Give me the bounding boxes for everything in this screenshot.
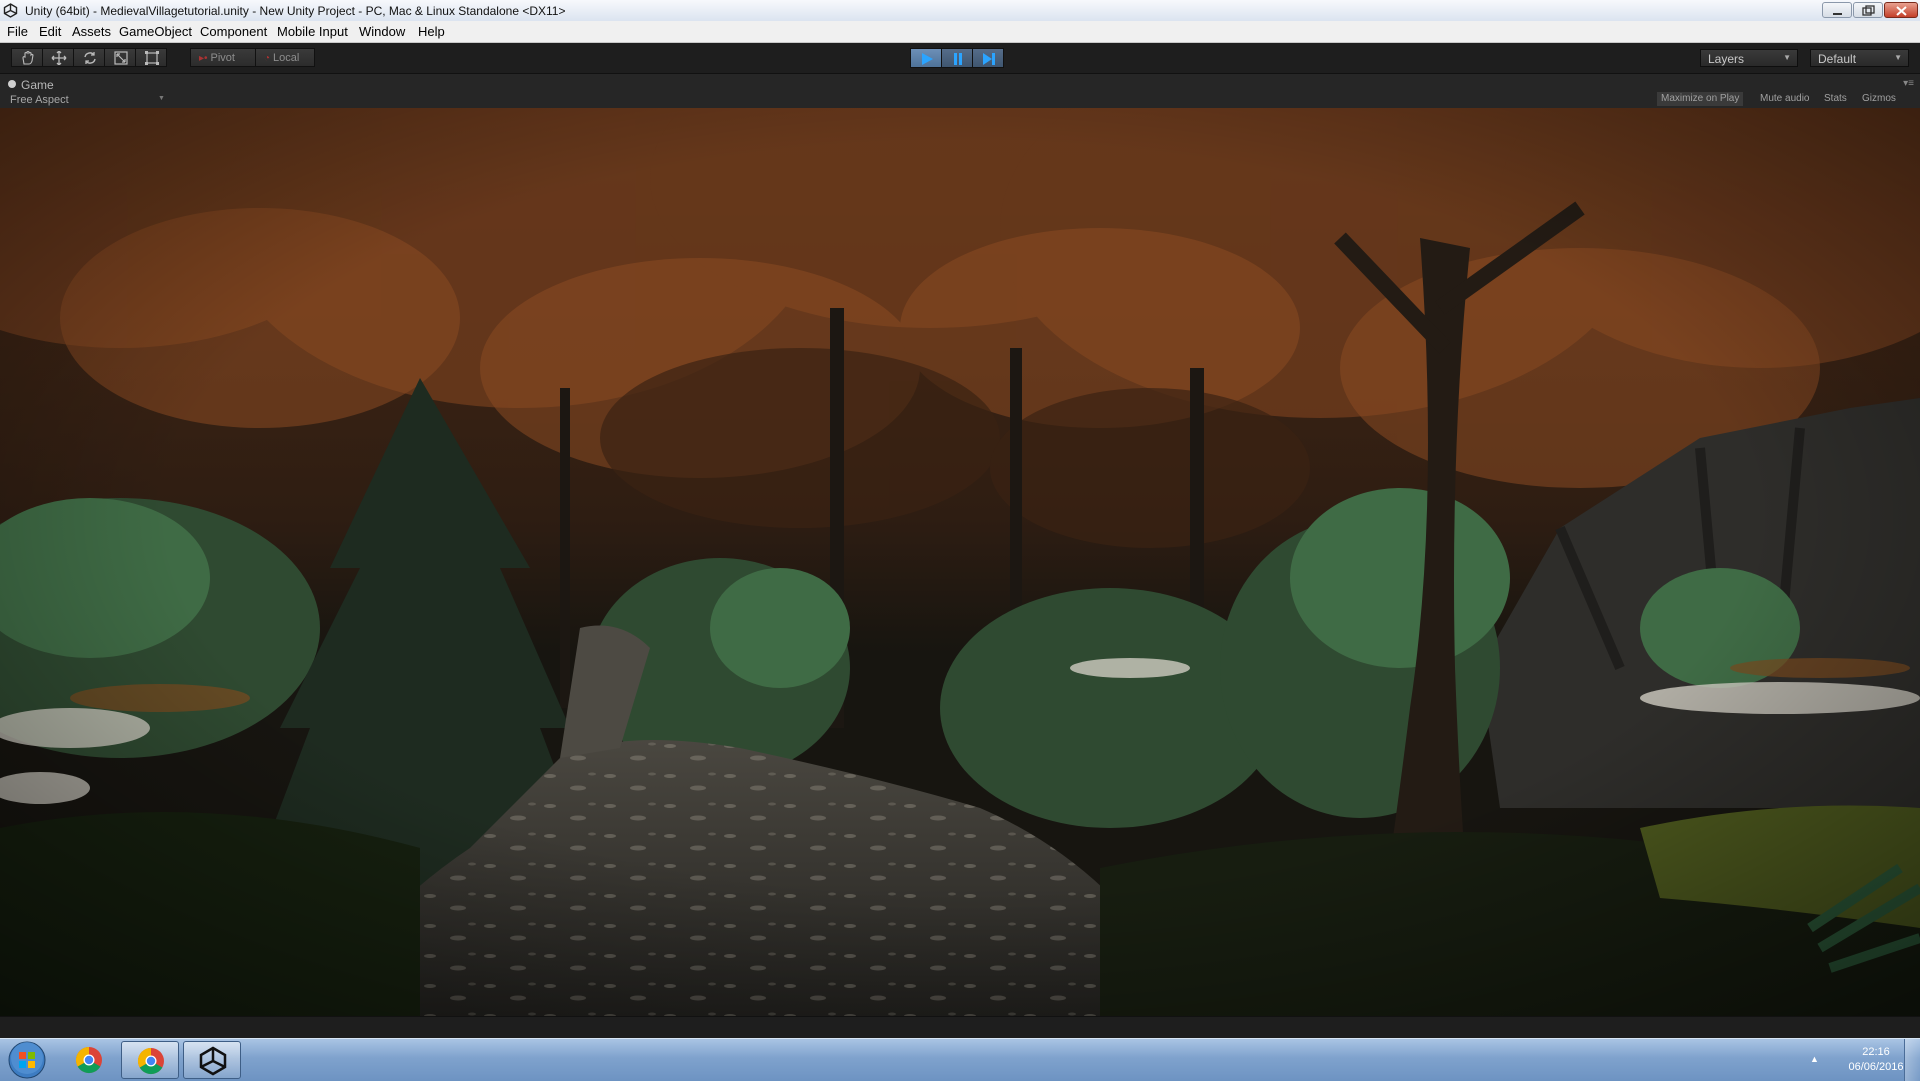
gizmos-dropdown[interactable]: Gizmos (1858, 92, 1900, 106)
toolbar: ▸• Pivot ◔ Local Layers ▼ Default ▼ (0, 43, 1920, 74)
windows-start-icon[interactable] (2, 1040, 52, 1080)
menu-assets[interactable]: Assets (72, 24, 111, 39)
rotate-tool-button[interactable] (73, 48, 105, 67)
game-icon (8, 80, 16, 88)
tab-menu-icon[interactable]: ▾≡ (1903, 78, 1914, 89)
pivot-icon: ▸• (199, 53, 208, 64)
step-button[interactable] (972, 48, 1004, 68)
local-icon: ◔ (264, 53, 271, 64)
move-tool-button[interactable] (42, 48, 74, 67)
move-icon (51, 51, 67, 65)
close-icon (1896, 6, 1907, 16)
menu-help[interactable]: Help (418, 24, 445, 39)
chrome-icon (137, 1047, 164, 1075)
chevron-down-icon: ▼ (158, 95, 165, 102)
chrome-icon (75, 1046, 102, 1074)
rotate-icon (84, 52, 96, 64)
local-label: Local (273, 52, 300, 64)
restore-button[interactable] (1853, 2, 1883, 18)
minimize-button[interactable] (1822, 2, 1852, 18)
restore-icon (1862, 5, 1875, 16)
menu-file[interactable]: File (7, 24, 28, 39)
tray-expand-icon[interactable]: ▲ (1810, 1054, 1819, 1064)
mute-audio-toggle[interactable]: Mute audio (1756, 92, 1813, 106)
pivot-toggle-group: ▸• Pivot ◔ Local (190, 48, 315, 67)
layout-dropdown[interactable]: Default ▼ (1810, 49, 1909, 67)
unity-icon (199, 1046, 227, 1076)
menu-mobile-input[interactable]: Mobile Input (277, 24, 348, 39)
game-view-header: Game ▾≡ Free Aspect ▼ Maximize on Play M… (0, 74, 1920, 108)
menu-window[interactable]: Window (359, 24, 405, 39)
menu-gameobject[interactable]: GameObject (119, 24, 192, 39)
local-button[interactable]: ◔ Local (255, 48, 315, 67)
hand-tool-button[interactable] (11, 48, 43, 67)
stats-toggle[interactable]: Stats (1820, 92, 1851, 106)
pivot-button[interactable]: ▸• Pivot (190, 48, 256, 67)
transform-tools (11, 48, 167, 67)
chevron-down-icon: ▼ (1783, 53, 1791, 62)
taskbar-chrome-button[interactable] (60, 1041, 118, 1079)
taskbar-unity-window[interactable] (183, 1041, 241, 1079)
forest-scene-image (0, 108, 1920, 1016)
hand-icon (22, 51, 34, 65)
show-desktop-button[interactable] (1904, 1039, 1920, 1081)
menu-edit[interactable]: Edit (39, 24, 61, 39)
title-bar: Unity (64bit) - MedievalVillagetutorial.… (0, 0, 1920, 22)
scale-tool-button[interactable] (104, 48, 136, 67)
scale-icon (114, 51, 128, 65)
play-controls (910, 48, 1004, 68)
rect-icon (145, 51, 159, 65)
chevron-down-icon: ▼ (1894, 53, 1902, 62)
layers-label: Layers (1708, 52, 1745, 66)
pivot-label: Pivot (210, 52, 235, 64)
rect-tool-button[interactable] (135, 48, 167, 67)
close-button[interactable] (1884, 2, 1918, 18)
tab-game-label: Game (21, 78, 54, 92)
status-bar (0, 1016, 1920, 1039)
menu-component[interactable]: Component (200, 24, 267, 39)
taskbar-chrome-window[interactable] (121, 1041, 179, 1079)
taskbar: ▲ 22:16 06/06/2016 (0, 1038, 1920, 1081)
play-icon (922, 53, 933, 65)
aspect-dropdown[interactable]: Free Aspect (10, 94, 69, 106)
pause-button[interactable] (941, 48, 973, 68)
unity-icon (3, 3, 18, 18)
play-button[interactable] (910, 48, 942, 68)
layout-label: Default (1818, 52, 1857, 66)
layers-dropdown[interactable]: Layers ▼ (1700, 49, 1798, 67)
minimize-icon (1833, 13, 1842, 15)
step-icon (983, 53, 995, 65)
game-viewport[interactable] (0, 108, 1920, 1016)
pause-icon (954, 53, 962, 65)
menu-bar: File Edit Assets GameObject Component Mo… (0, 21, 1920, 43)
maximize-on-play-toggle[interactable]: Maximize on Play (1657, 92, 1744, 106)
window-title: Unity (64bit) - MedievalVillagetutorial.… (25, 4, 566, 18)
tab-game[interactable]: Game (8, 78, 54, 92)
